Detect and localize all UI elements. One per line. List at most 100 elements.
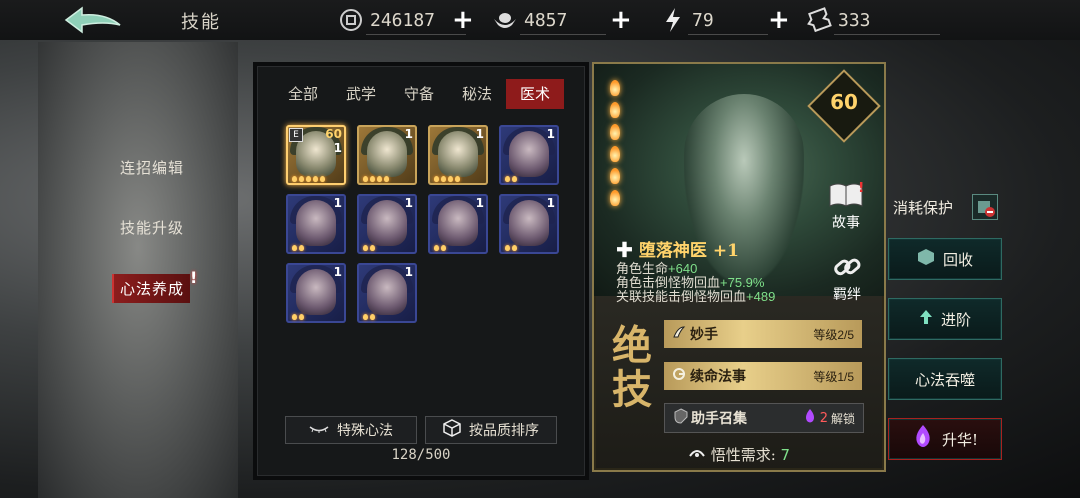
add-coin-button[interactable]: + xyxy=(452,7,474,33)
eyelash-icon xyxy=(309,422,329,438)
chain-link-icon xyxy=(832,254,862,284)
star-rating xyxy=(292,245,304,251)
up-arrow-icon xyxy=(919,309,933,329)
item-count: 1 xyxy=(475,127,484,141)
insight-icon xyxy=(688,446,711,464)
stat-list: 角色生命+640 角色击倒怪物回血+75.9% 关联技能击倒怪物回血+489 xyxy=(616,262,775,304)
stat-row: 角色击倒怪物回血+75.9% xyxy=(616,275,765,290)
star-flame-icon xyxy=(363,245,368,251)
mind-item-slot[interactable]: 1 xyxy=(428,194,488,254)
mind-item-slot[interactable]: 1 xyxy=(428,125,488,185)
item-count: 1 xyxy=(333,196,342,210)
ascend-button[interactable]: 升华! xyxy=(888,418,1002,460)
tab-all[interactable]: 全部 xyxy=(274,79,332,109)
book-icon: ! xyxy=(828,180,864,212)
sidebar-item-mind-training[interactable]: 心法养成 xyxy=(112,274,191,303)
equipped-tag-icon: E xyxy=(289,128,303,142)
devour-button[interactable]: 心法吞噬 xyxy=(888,358,1002,400)
flame-icon xyxy=(610,168,620,184)
star-flame-icon xyxy=(299,176,304,182)
consume-protection-label: 消耗保护 xyxy=(893,199,954,217)
star-flame-icon xyxy=(292,314,297,320)
star-rating xyxy=(363,176,389,182)
tab-secret[interactable]: 秘法 xyxy=(448,79,506,109)
skill-miaoshou[interactable]: 妙手 等级2/5 xyxy=(664,320,862,348)
coin-counter: 246187 + xyxy=(338,4,478,36)
advance-button[interactable]: 进阶 xyxy=(888,298,1002,340)
silver-ingot-icon xyxy=(492,7,518,33)
star-flame-icon xyxy=(441,245,446,251)
cube-icon xyxy=(917,248,935,270)
star-flame-icon xyxy=(313,176,318,182)
star-flame-icon xyxy=(320,176,325,182)
mind-item-slot[interactable]: E 60 1 xyxy=(286,125,346,185)
mind-item-slot[interactable]: 1 xyxy=(286,194,346,254)
star-rating xyxy=(434,245,446,251)
top-bar: 技能 246187 + 4857 + 79 + 333 xyxy=(0,0,1080,40)
level-value: 60 xyxy=(830,90,858,114)
cube-icon xyxy=(443,419,461,441)
star-rating xyxy=(363,245,375,251)
story-button[interactable]: ! 故事 xyxy=(828,180,864,232)
svg-text:!: ! xyxy=(858,182,864,196)
item-level: 60 xyxy=(325,127,342,141)
mind-item-slot[interactable]: 1 xyxy=(357,125,417,185)
mind-item-slot[interactable]: 1 xyxy=(499,125,559,185)
item-count: 1 xyxy=(404,265,413,279)
lightning-icon xyxy=(660,7,686,33)
bond-button[interactable]: 羁绊 xyxy=(832,254,862,304)
star-flame-icon xyxy=(505,245,510,251)
star-flame-icon xyxy=(505,176,510,182)
star-flame-icon xyxy=(306,176,311,182)
character-portrait xyxy=(438,200,478,246)
alert-icon: ! xyxy=(190,268,198,287)
back-arrow-icon[interactable] xyxy=(62,5,124,35)
character-portrait xyxy=(367,131,407,177)
mind-item-slot[interactable]: 1 xyxy=(357,263,417,323)
star-flame-icon xyxy=(292,176,297,182)
add-silver-button[interactable]: + xyxy=(610,7,632,33)
mind-item-slot[interactable]: 1 xyxy=(357,194,417,254)
stat-row: 角色生命+640 xyxy=(616,261,698,276)
item-count: 1 xyxy=(404,127,413,141)
item-count: 1 xyxy=(546,127,555,141)
special-mind-button[interactable]: 特殊心法 xyxy=(285,416,417,444)
coin-icon xyxy=(338,7,364,33)
mind-name: ✚ 堕落神医 +1 xyxy=(616,241,739,261)
unlock-cost: 2 解锁 xyxy=(803,408,855,428)
inventory-panel: 全部 武学 守备 秘法 医术 E 60 1 1 1 1 1 1 1 1 1 1 特殊心法 按品质排序 … xyxy=(257,66,585,476)
skill-assistant-summon[interactable]: 助手召集 2 解锁 xyxy=(664,403,864,433)
sidebar-item-combo-edit[interactable]: 连招编辑 xyxy=(120,157,184,178)
page-title: 技能 xyxy=(181,12,221,33)
star-rating xyxy=(505,176,517,182)
sidebar-item-skill-upgrade[interactable]: 技能升级 xyxy=(120,217,184,238)
mind-item-slot[interactable]: 1 xyxy=(499,194,559,254)
star-rating xyxy=(363,314,375,320)
flame-icon xyxy=(610,80,620,96)
star-flame-icon xyxy=(370,314,375,320)
tab-medicine[interactable]: 医术 xyxy=(506,79,564,109)
star-flame-icon xyxy=(434,245,439,251)
insight-requirement: 悟性需求: 7 xyxy=(594,444,884,465)
skill-xuming[interactable]: 续命法事 等级1/5 xyxy=(664,362,862,390)
character-portrait xyxy=(296,269,336,315)
sort-by-quality-button[interactable]: 按品质排序 xyxy=(425,416,557,444)
character-portrait xyxy=(509,131,549,177)
protection-toggle[interactable] xyxy=(972,194,998,220)
tab-defense[interactable]: 守备 xyxy=(390,79,448,109)
star-flame-icon xyxy=(370,245,375,251)
star-flame-icon xyxy=(299,314,304,320)
star-flame-icon xyxy=(512,176,517,182)
star-flame-icon xyxy=(377,176,382,182)
item-count: 1 xyxy=(404,196,413,210)
plus-icon: ✚ xyxy=(616,241,633,261)
star-flame-icon xyxy=(455,176,460,182)
tab-martial[interactable]: 武学 xyxy=(332,79,390,109)
add-stamina-button[interactable]: + xyxy=(768,7,790,33)
recycle-button[interactable]: 回收 xyxy=(888,238,1002,280)
flame-icon xyxy=(610,190,620,206)
star-flames xyxy=(610,80,620,206)
flame-icon xyxy=(610,124,620,140)
ultimate-label: 绝技 xyxy=(612,322,652,413)
mind-item-slot[interactable]: 1 xyxy=(286,263,346,323)
